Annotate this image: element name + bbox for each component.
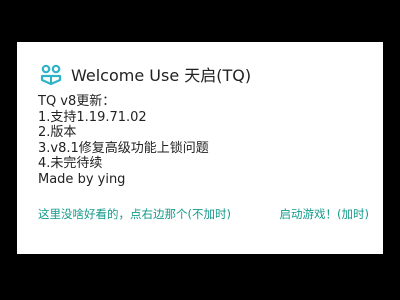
launch-game-button[interactable]: 启动游戏！(加时) [280,206,369,222]
skip-button[interactable]: 这里没啥好看的，点右边那个(不加时) [38,206,231,222]
dialog-message: TQ v8更新： 1.支持1.19.71.02 2.版本 3.v8.1修复高级功… [38,94,368,187]
alert-dialog: Welcome Use 天启(TQ) TQ v8更新： 1.支持1.19.71.… [17,42,383,254]
message-line: 1.支持1.19.71.02 [38,109,147,125]
dialog-title: Welcome Use 天启(TQ) [71,66,252,85]
message-line: Made by ying [38,171,126,187]
app-logo-icon [39,62,63,86]
dialog-actions: 这里没啥好看的，点右边那个(不加时) 启动游戏！(加时) [17,206,383,224]
screen: Welcome Use 天启(TQ) TQ v8更新： 1.支持1.19.71.… [0,0,400,300]
message-line: TQ v8更新： [38,94,116,109]
message-line: 4.未完待续 [38,156,103,171]
message-line: 3.v8.1修复高级功能上锁问题 [38,140,209,156]
message-line: 2.版本 [38,125,77,140]
dialog-header: Welcome Use 天启(TQ) [39,60,251,88]
